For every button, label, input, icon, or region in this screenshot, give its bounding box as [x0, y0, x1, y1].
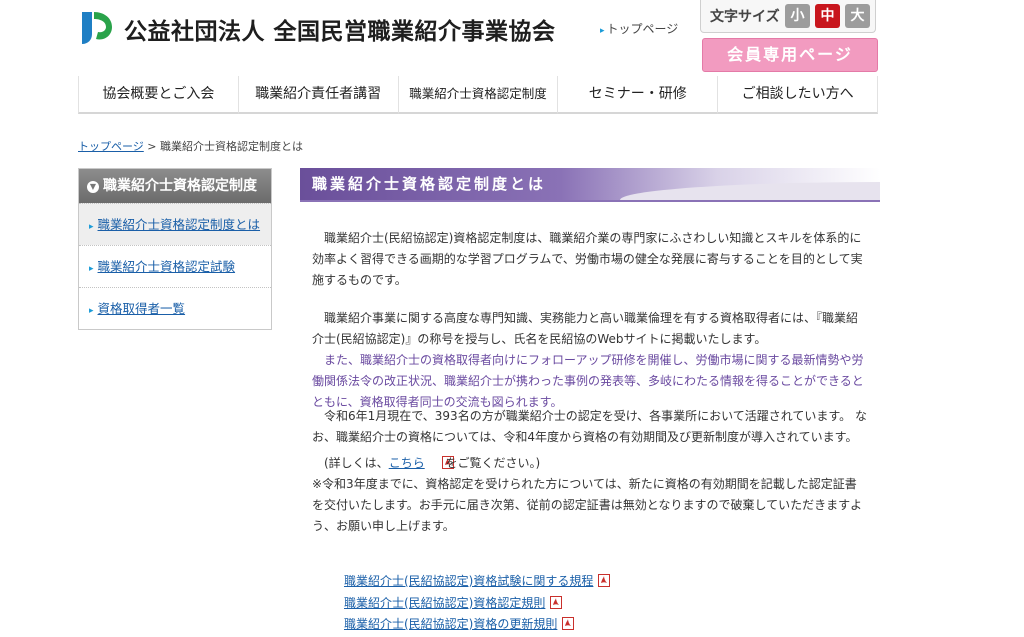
paragraph-follow-up: また、職業紹介士の資格取得者向けにフォローアップ研修を開催し、労働市場に関する最…: [312, 353, 864, 409]
sidebar-item-label[interactable]: 職業紹介士資格認定制度とは: [98, 217, 261, 232]
breadcrumb-current: 職業紹介士資格認定制度とは: [160, 140, 303, 153]
doc-link-certification-rules-anchor[interactable]: 職業紹介士(民紹協認定)資格認定規則: [344, 596, 545, 610]
details-suffix: をご覧ください。): [445, 456, 541, 470]
nav-item-manager-course[interactable]: 職業紹介責任者講習: [237, 76, 398, 114]
font-size-label: 文字サイズ: [710, 9, 780, 25]
org-name: 公益社団法人 全国民営職業紹介事業協会: [124, 19, 556, 45]
arrow-right-icon: ▸: [89, 306, 94, 316]
nav-item-consultation[interactable]: ご相談したい方へ: [717, 76, 878, 114]
arrow-right-icon: ▸: [600, 26, 605, 36]
paragraph-note: ※令和3年度までに、資格認定を受けられた方については、新たに資格の有効期間を記載…: [312, 477, 863, 533]
font-size-small-button[interactable]: 小: [785, 4, 810, 28]
doc-link-renewal-rules-anchor[interactable]: 職業紹介士(民紹協認定)資格の更新規則: [344, 617, 557, 631]
pdf-icon: [430, 455, 454, 469]
font-size-large-button[interactable]: 大: [845, 4, 870, 28]
chevron-down-icon: ▼: [87, 181, 99, 193]
pdf-icon: [598, 574, 611, 587]
sidebar: ▼ 職業紹介士資格認定制度 ▸ 職業紹介士資格認定制度とは ▸ 職業紹介士資格認定試験…: [78, 168, 272, 330]
sidebar-item-about-certification[interactable]: ▸ 職業紹介士資格認定制度とは: [79, 203, 271, 245]
title-divider: [300, 200, 880, 202]
sidebar-item-holders-list[interactable]: ▸ 資格取得者一覧: [79, 287, 271, 329]
breadcrumb-separator: >: [147, 140, 157, 153]
sidebar-item-exam[interactable]: ▸ 職業紹介士資格認定試験: [79, 245, 271, 287]
arrow-right-icon: ▸: [89, 222, 94, 232]
nav-item-seminar[interactable]: セミナー・研修: [557, 76, 718, 114]
breadcrumb-home-link[interactable]: トップページ: [78, 140, 144, 153]
paragraph-title-award: 職業紹介事業に関する高度な専門知識、実務能力と高い職業倫理を有する資格取得者には…: [312, 311, 859, 346]
sidebar-item-label[interactable]: 職業紹介士資格認定試験: [98, 259, 236, 274]
nav-item-about[interactable]: 協会概要とご入会: [78, 76, 238, 114]
font-size-medium-button[interactable]: 中: [815, 4, 840, 28]
top-page-link-label: トップページ: [606, 22, 679, 36]
doc-link-certification-rules: 職業紹介士(民紹協認定)資格認定規則: [344, 594, 563, 611]
paragraph-details: (詳しくは、こちら をご覧ください。): [312, 453, 868, 474]
sidebar-heading-label: 職業紹介士資格認定制度: [103, 178, 257, 194]
page-title: 職業紹介士資格認定制度とは: [312, 175, 547, 193]
global-nav: 協会概要とご入会 職業紹介責任者講習 職業紹介士資格認定制度 セミナー・研修 ご…: [78, 76, 878, 114]
breadcrumb: トップページ > 職業紹介士資格認定制度とは: [78, 138, 303, 154]
sidebar-item-label[interactable]: 資格取得者一覧: [98, 301, 186, 316]
nav-item-certification[interactable]: 職業紹介士資格認定制度: [397, 76, 558, 114]
association-logo[interactable]: [78, 8, 116, 48]
pdf-icon: [562, 617, 575, 630]
arrow-right-icon: ▸: [89, 264, 94, 274]
doc-link-exam-rules: 職業紹介士(民紹協認定)資格試験に関する規程: [344, 572, 611, 589]
member-page-button[interactable]: 会員専用ページ: [702, 38, 878, 72]
paragraph-current-status: 令和6年1月現在で、393名の方が職業紹介士の認定を受け、各事業所において活躍さ…: [312, 409, 867, 444]
top-page-link[interactable]: ▸ トップページ: [600, 20, 678, 37]
sidebar-heading: ▼ 職業紹介士資格認定制度: [79, 169, 271, 203]
doc-link-exam-rules-anchor[interactable]: 職業紹介士(民紹協認定)資格試験に関する規程: [344, 574, 593, 588]
paragraph-intro: 職業紹介士(民紹協認定)資格認定制度は、職業紹介業の専門家にふさわしい知識とスキ…: [312, 231, 863, 287]
pdf-icon: [550, 596, 563, 609]
details-link[interactable]: こちら: [389, 456, 425, 470]
doc-link-renewal-rules: 職業紹介士(民紹協認定)資格の更新規則: [344, 615, 575, 632]
details-prefix: (詳しくは、: [324, 456, 389, 470]
